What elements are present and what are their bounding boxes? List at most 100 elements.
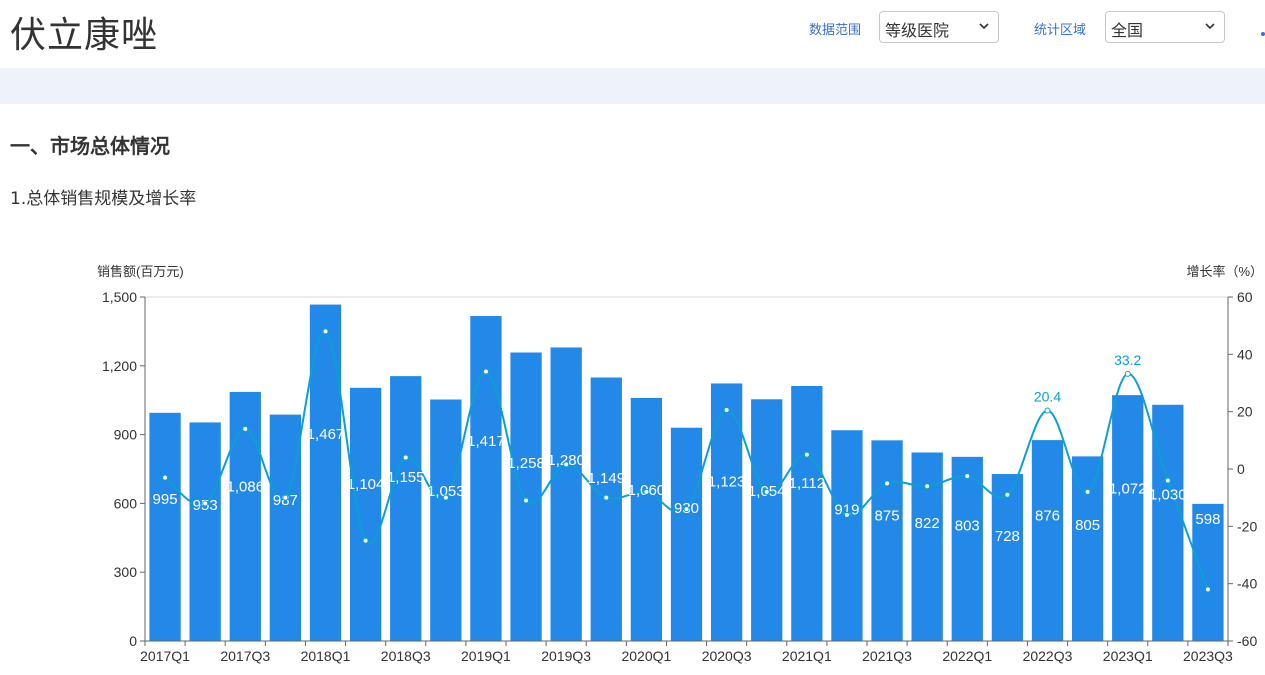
bar-value-label: 1,258 <box>507 455 545 472</box>
bar-value-label: 1,072 <box>1109 480 1147 497</box>
x-tick-label: 2021Q1 <box>782 648 832 664</box>
growth-rate-point <box>1164 477 1171 484</box>
growth-rate-point <box>803 451 810 458</box>
y-tick-label-left: 300 <box>114 564 138 580</box>
growth-rate-point <box>362 537 369 544</box>
growth-rate-point <box>523 497 530 504</box>
bar-value-label: 876 <box>1035 507 1060 524</box>
x-tick-label: 2021Q3 <box>862 648 912 664</box>
growth-rate-point <box>202 500 209 507</box>
y-tick-label-left: 900 <box>114 427 138 443</box>
bar-value-label: 1,417 <box>467 433 505 450</box>
bar-value-label: 1,112 <box>789 475 825 492</box>
bar <box>590 377 622 641</box>
x-tick-label: 2017Q1 <box>140 648 190 664</box>
y-axis-title-left: 销售额(百万元) <box>97 264 184 279</box>
bar <box>991 474 1024 641</box>
bar-value-label: 822 <box>915 515 940 532</box>
bar <box>630 397 663 641</box>
x-tick-label: 2023Q3 <box>1183 648 1233 664</box>
bar-value-label: 1,104 <box>347 476 385 493</box>
bar <box>349 387 382 641</box>
growth-rate-point <box>683 506 690 513</box>
bar <box>550 347 582 641</box>
growth-rate-point <box>282 494 289 501</box>
bar-value-label: 728 <box>995 528 1020 545</box>
y-tick-label-right: -20 <box>1237 518 1257 534</box>
x-tick-label: 2019Q1 <box>461 648 511 664</box>
x-tick-label: 2023Q1 <box>1103 648 1153 664</box>
bar <box>831 430 863 641</box>
bar <box>390 376 422 641</box>
bar-value-label: 995 <box>153 491 178 508</box>
growth-rate-label: 20.4 <box>1034 389 1061 405</box>
bar-value-label: 805 <box>1075 517 1100 534</box>
growth-rate-point <box>763 488 770 495</box>
bar <box>510 352 542 641</box>
bar-value-label: 1,086 <box>227 479 265 496</box>
bar <box>751 399 783 641</box>
growth-rate-point <box>1004 491 1011 498</box>
bar <box>430 399 462 641</box>
growth-rate-point <box>1204 586 1211 593</box>
bar <box>871 440 903 641</box>
bar-value-label: 598 <box>1195 511 1220 528</box>
sales-chart: 销售额(百万元) 增长率（%） 0 300 600 900 1,200 1,500 -60 -40… <box>97 264 1263 664</box>
bar <box>911 452 943 641</box>
y-tick-label-left: 1,200 <box>102 358 137 374</box>
x-tick-label: 2018Q3 <box>381 648 431 664</box>
growth-rate-point <box>603 494 610 501</box>
growth-rate-point <box>1084 488 1091 495</box>
bar-value-label: 803 <box>955 518 980 535</box>
bar-value-label: 1,467 <box>307 426 345 443</box>
bar <box>149 412 181 641</box>
bar <box>670 427 703 641</box>
x-tick-label: 2019Q3 <box>541 648 591 664</box>
bar-value-label: 1,123 <box>708 473 746 490</box>
x-tick-label: 2018Q1 <box>301 648 351 664</box>
bar <box>470 316 502 641</box>
bar-value-label: 875 <box>875 508 900 525</box>
bar <box>791 385 823 641</box>
growth-rate-point <box>884 480 891 487</box>
growth-rate-point <box>442 494 449 501</box>
growth-rate-point <box>563 461 570 468</box>
x-tick-label: 2022Q3 <box>1023 648 1073 664</box>
bar <box>951 456 983 641</box>
growth-rate-point <box>723 406 730 413</box>
y-tick-label-right: 20 <box>1237 404 1253 420</box>
bar-value-label: 1,149 <box>588 470 626 487</box>
x-tick-label: 2020Q1 <box>621 648 671 664</box>
bar <box>1031 440 1064 641</box>
bar <box>1112 395 1144 641</box>
growth-rate-point <box>964 473 971 480</box>
growth-rate-point <box>242 425 249 432</box>
bar-value-label: 1,030 <box>1149 486 1187 503</box>
y-tick-label-right: 40 <box>1237 346 1253 362</box>
growth-rate-point <box>162 474 169 481</box>
growth-rate-point <box>482 368 489 375</box>
growth-rate-point <box>843 511 850 518</box>
growth-rate-point <box>402 454 409 461</box>
bar <box>189 422 221 641</box>
bar-value-label: 1,155 <box>387 469 425 486</box>
growth-rate-point <box>1124 370 1131 377</box>
y-tick-label-right: -40 <box>1237 576 1257 592</box>
growth-rate-point <box>924 483 931 490</box>
growth-rate-point <box>643 488 650 495</box>
x-tick-label: 2020Q3 <box>702 648 752 664</box>
bar <box>1071 456 1104 641</box>
y-tick-label-left: 0 <box>129 633 137 649</box>
y-tick-label-right: 60 <box>1237 289 1253 305</box>
y-tick-label-left: 1,500 <box>102 289 137 305</box>
y-tick-label-right: -60 <box>1237 633 1257 649</box>
x-tick-label: 2022Q1 <box>942 648 992 664</box>
x-tick-label: 2017Q3 <box>220 648 270 664</box>
growth-rate-point <box>1044 407 1051 414</box>
y-tick-label-left: 600 <box>114 495 138 511</box>
growth-rate-label: 33.2 <box>1114 352 1141 368</box>
bar <box>269 414 302 641</box>
bar <box>1152 404 1184 641</box>
growth-rate-point <box>322 328 329 335</box>
y-axis-title-right: 增长率（%） <box>1186 264 1263 279</box>
